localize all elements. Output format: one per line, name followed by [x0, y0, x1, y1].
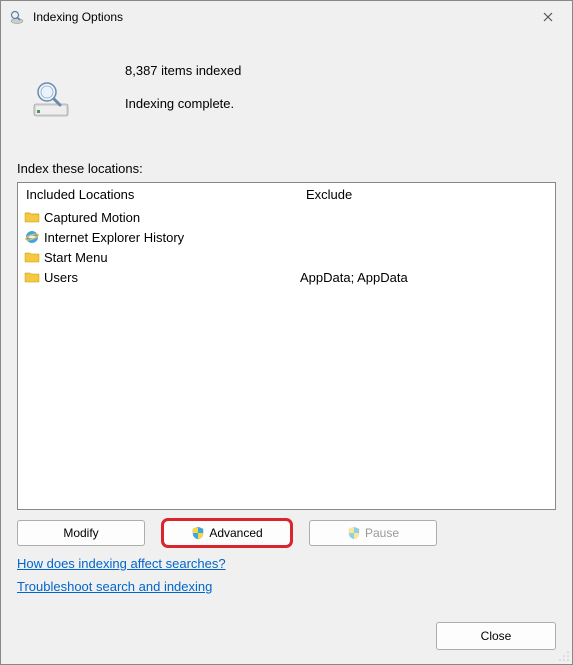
index-locations-label: Index these locations:: [17, 161, 556, 176]
list-item[interactable]: Internet Explorer History: [18, 227, 555, 247]
close-icon[interactable]: [532, 3, 564, 31]
indexing-status-message: Indexing complete.: [125, 96, 241, 111]
magnifier-drive-icon: [27, 75, 75, 123]
pause-button-label: Pause: [365, 526, 399, 540]
content-area: 8,387 items indexed Indexing complete. I…: [1, 33, 572, 614]
location-exclude: AppData; AppData: [298, 270, 555, 285]
list-item[interactable]: Start Menu: [18, 247, 555, 267]
advanced-button-label: Advanced: [209, 526, 262, 540]
location-name: Users: [44, 270, 78, 285]
links-area: How does indexing affect searches? Troub…: [17, 556, 556, 602]
location-name: Start Menu: [44, 250, 108, 265]
indexing-icon: [9, 9, 25, 25]
advanced-button[interactable]: Advanced: [163, 520, 291, 546]
how-indexing-link[interactable]: How does indexing affect searches?: [17, 556, 226, 571]
modify-button[interactable]: Modify: [17, 520, 145, 546]
items-indexed-count: 8,387 items indexed: [125, 63, 241, 78]
status-area: 8,387 items indexed Indexing complete.: [17, 45, 556, 143]
button-row: Modify Advanced: [17, 520, 556, 546]
modify-button-label: Modify: [63, 526, 98, 540]
footer: Close: [1, 614, 572, 664]
column-header-included[interactable]: Included Locations: [18, 183, 298, 206]
uac-shield-icon: [347, 526, 361, 540]
pause-button: Pause: [309, 520, 437, 546]
location-name: Captured Motion: [44, 210, 140, 225]
list-item[interactable]: Users AppData; AppData: [18, 267, 555, 287]
locations-listbox[interactable]: Included Locations Exclude Captured Moti…: [17, 182, 556, 510]
resize-grip[interactable]: [558, 650, 570, 662]
close-button[interactable]: Close: [436, 622, 556, 650]
window-title: Indexing Options: [33, 10, 532, 24]
uac-shield-icon: [191, 526, 205, 540]
locations-rows: Captured Motion Internet Expl: [18, 207, 555, 509]
list-item[interactable]: Captured Motion: [18, 207, 555, 227]
locations-headers: Included Locations Exclude: [18, 183, 555, 207]
titlebar: Indexing Options: [1, 1, 572, 33]
indexing-options-window: Indexing Options 8,387 items indexed Ind…: [0, 0, 573, 665]
status-text: 8,387 items indexed Indexing complete.: [125, 63, 241, 111]
folder-icon: [24, 249, 40, 265]
troubleshoot-link[interactable]: Troubleshoot search and indexing: [17, 579, 212, 594]
location-name: Internet Explorer History: [44, 230, 184, 245]
column-header-exclude[interactable]: Exclude: [298, 183, 555, 206]
folder-icon: [24, 209, 40, 225]
ie-icon: [24, 229, 40, 245]
folder-icon: [24, 269, 40, 285]
